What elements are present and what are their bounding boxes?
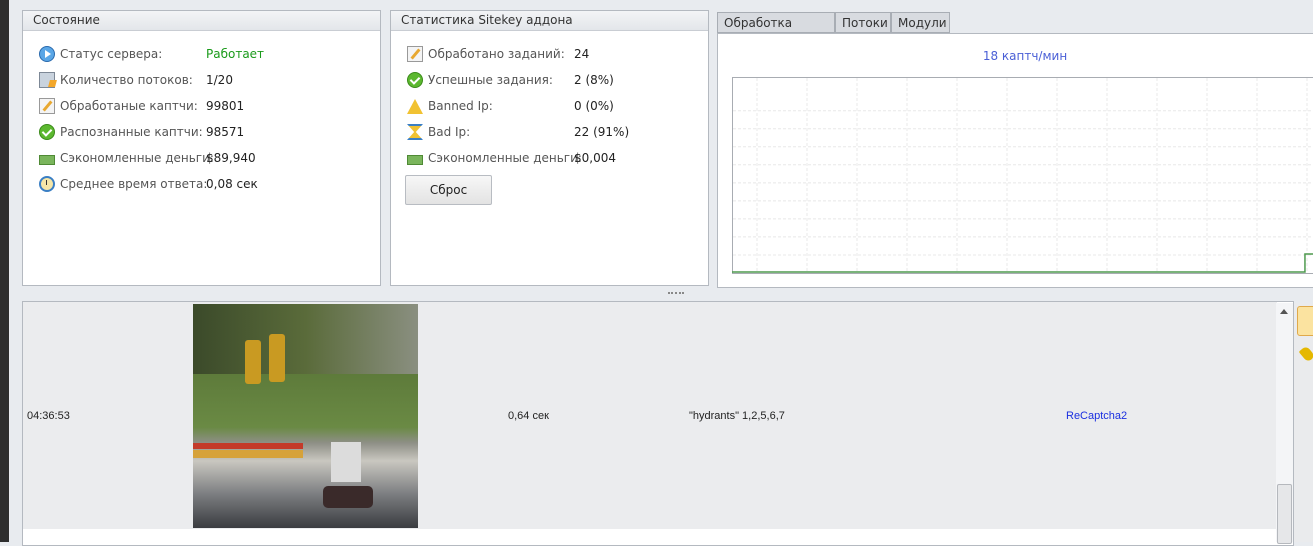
stat-row: Сэкономленные деньги: [407, 148, 582, 168]
stat-value: 1/20 [206, 70, 233, 90]
tab-modules[interactable]: Модули [891, 12, 950, 33]
money-icon [39, 155, 55, 165]
status-panel-title: Состояние [23, 11, 380, 31]
splitter-handle[interactable] [668, 292, 684, 296]
chart-frame [733, 78, 1313, 274]
stat-label: Сэкономленные деньги: [428, 151, 582, 165]
stat-label: Среднее время ответа: [60, 177, 207, 191]
hourglass-icon [407, 124, 423, 140]
stat-value: $89,940 [206, 148, 256, 168]
stat-row: Статус сервера: [39, 44, 162, 64]
stat-label: Распознанные каптчи: [60, 125, 203, 139]
scroll-thumb[interactable] [1277, 484, 1292, 544]
stat-label: Bad Ip: [428, 125, 470, 139]
stat-value: 0 (0%) [574, 96, 614, 116]
reset-button[interactable]: Сброс [405, 175, 492, 205]
tab-threads[interactable]: Потоки [835, 12, 891, 33]
stat-row: Обработаные каптчи: [39, 96, 198, 116]
sitekey-panel-title: Статистика Sitekey аддона [391, 11, 708, 31]
log-time: 04:36:53 [27, 410, 70, 422]
log-type-link[interactable]: ReCaptcha2 [1066, 410, 1127, 422]
stat-row: Bad Ip: [407, 122, 470, 142]
tab-captcha-processing[interactable]: Обработка каптч [717, 12, 835, 33]
money-icon [407, 155, 423, 165]
stat-value: Работает [206, 44, 264, 64]
stat-row: Сэкономленные деньги: [39, 148, 214, 168]
stat-value: 98571 [206, 122, 244, 142]
stat-value: 22 (91%) [574, 122, 629, 142]
stat-value: 24 [574, 44, 589, 64]
log-answer: "hydrants" 1,2,5,6,7 [689, 410, 785, 422]
warning-icon [407, 99, 423, 114]
scroll-up-arrow[interactable] [1280, 309, 1288, 314]
stat-value: 2 (8%) [574, 70, 614, 90]
stat-value: 0,08 сек [206, 174, 258, 194]
rate-chart [732, 77, 1313, 275]
clock-icon [39, 176, 55, 192]
window-edge [0, 0, 9, 542]
stat-label: Статус сервера: [60, 47, 162, 61]
rate-label: 18 каптч/мин [718, 49, 1313, 63]
stat-row: Количество потоков: [39, 70, 193, 90]
stat-label: Banned Ip: [428, 99, 493, 113]
stat-row: Распознанные каптчи: [39, 122, 203, 142]
list-view-button[interactable] [1297, 306, 1313, 336]
log-duration: 0,64 сек [508, 410, 549, 422]
stat-label: Количество потоков: [60, 73, 193, 87]
sitekey-panel: Статистика Sitekey аддона Обработано зад… [390, 10, 709, 286]
stat-row: Успешные задания: [407, 70, 553, 90]
edit-icon [39, 98, 55, 114]
stat-row: Banned Ip: [407, 96, 493, 116]
chart-panel: 18 каптч/мин [717, 33, 1313, 288]
stat-label: Успешные задания: [428, 73, 553, 87]
clear-brush-icon[interactable] [1299, 345, 1313, 362]
stat-label: Сэкономленные деньги: [60, 151, 214, 165]
vertical-scrollbar[interactable] [1276, 303, 1293, 542]
threads-icon [39, 72, 55, 88]
stat-value: $0,004 [574, 148, 616, 168]
play-icon [39, 46, 55, 62]
stat-label: Обработано заданий: [428, 47, 565, 61]
check-icon [407, 72, 423, 88]
stat-row: Обработано заданий: [407, 44, 565, 64]
stat-label: Обработаные каптчи: [60, 99, 198, 113]
check-icon [39, 124, 55, 140]
status-panel: Состояние Статус сервера: Работает Колич… [22, 10, 381, 286]
edit-icon [407, 46, 423, 62]
right-toolbar [1294, 303, 1313, 542]
stat-value: 99801 [206, 96, 244, 116]
captcha-image [193, 304, 418, 528]
stat-row: Среднее время ответа: [39, 174, 207, 194]
